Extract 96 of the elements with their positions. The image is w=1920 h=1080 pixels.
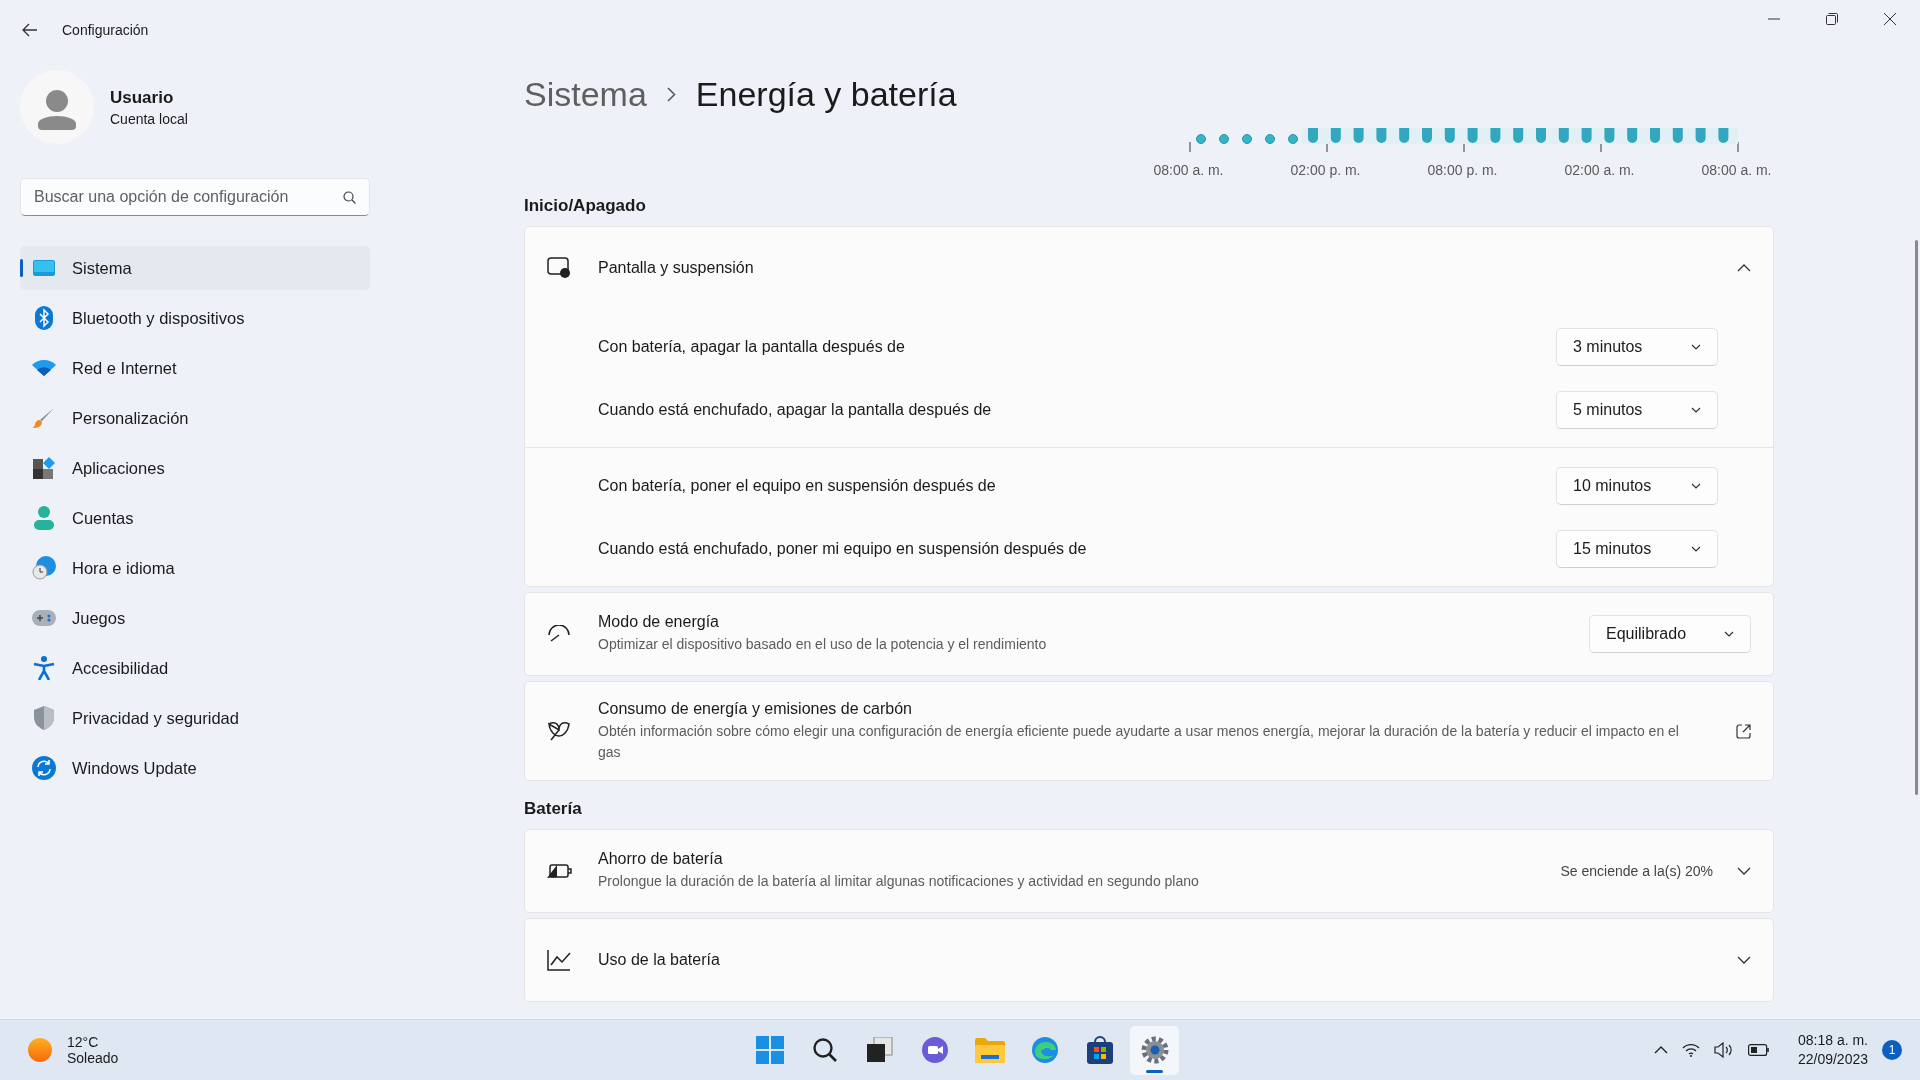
paintbrush-icon [32, 406, 56, 430]
sun-icon [27, 1037, 53, 1063]
sidebar-item[interactable]: Privacidad y seguridad [20, 696, 370, 740]
update-icon [32, 756, 56, 780]
setting-label: Con batería, apagar la pantalla después de [598, 337, 905, 356]
task-view-icon [865, 1037, 894, 1063]
chevron-down-icon[interactable] [1737, 956, 1751, 964]
time-axis-label: 08:00 a. m. [1700, 162, 1773, 178]
folder-icon [974, 1037, 1005, 1063]
section-heading: Inicio/Apagado [524, 196, 647, 216]
line-chart-icon [546, 949, 572, 971]
dropdown[interactable]: 15 minutos [1556, 529, 1718, 568]
monitor-icon [32, 259, 56, 277]
settings-card[interactable]: Uso de la batería [524, 918, 1774, 1002]
chevron-down-icon [1724, 631, 1734, 637]
chevron-down-icon [1691, 545, 1701, 552]
status-text: Se enciende a la(s) 20% [1560, 863, 1713, 879]
settings-card[interactable]: Modo de energía Optimizar el dispositivo basado en el uso de la potencia y el rendimiento Equilibrado [524, 592, 1774, 676]
dropdown[interactable]: 5 minutos [1556, 390, 1718, 429]
apps-icon [32, 457, 56, 479]
search-icon [811, 1037, 838, 1063]
time-axis-label: 02:00 p. m. [1289, 162, 1362, 178]
sidebar-item[interactable]: Accesibilidad [20, 646, 370, 690]
card-title: Ahorro de batería [598, 850, 724, 869]
sidebar-item[interactable]: Aplicaciones [20, 446, 370, 490]
chevron-down-icon [1691, 482, 1701, 489]
time-axis-label: 02:00 a. m. [1563, 162, 1636, 178]
restore-icon[interactable] [1826, 13, 1838, 25]
sidebar-item[interactable]: Sistema [20, 246, 370, 290]
chat-icon [920, 1036, 949, 1064]
monitor-moon-icon [546, 257, 572, 279]
page-title: Energía y batería [695, 74, 957, 114]
section-heading: Batería [524, 799, 583, 819]
settings-card[interactable]: Ahorro de batería Prolongue la duración de la batería al limitar algunas notificaciones y actividad en segundo plano Se enciende a la(s) 20% [524, 829, 1774, 913]
sidebar-item[interactable]: Red e Internet [20, 346, 370, 390]
card-title: Pantalla y suspensión [598, 259, 755, 277]
chevron-down-icon[interactable] [1737, 867, 1751, 875]
time-axis-label: 08:00 a. m. [1152, 162, 1225, 178]
user-name: Usuario [110, 87, 175, 108]
close-icon[interactable] [1884, 13, 1896, 25]
setting-label: Cuando está enchufado, apagar la pantalla después de [598, 400, 992, 419]
search-icon [343, 191, 356, 204]
browser-icon [1030, 1036, 1059, 1064]
wifi-icon[interactable] [1681, 1043, 1700, 1057]
sidebar-item[interactable]: Juegos [20, 596, 370, 640]
windows-logo-icon [755, 1036, 784, 1064]
card-title: Modo de energía [598, 613, 720, 632]
card-description: Obtén información sobre cómo elegir una configuración de energía eficiente puede ayudarte a usar menos energía, mejorar la duración de la batería y reducir el impacto en el gas [598, 722, 1680, 762]
globe-clock-icon [32, 556, 56, 580]
chevron-up-icon[interactable] [1653, 1046, 1668, 1054]
sidebar-item[interactable]: Windows Update [20, 746, 370, 790]
gauge-icon [546, 625, 572, 643]
taskbar-app[interactable] [1130, 1025, 1179, 1075]
external-link-icon[interactable] [1736, 723, 1751, 739]
speaker-icon[interactable] [1713, 1042, 1734, 1058]
gamepad-icon [32, 610, 56, 626]
setting-label: Cuando está enchufado, poner mi equipo en suspensión después de [598, 539, 1087, 558]
breadcrumb-parent[interactable]: Sistema [524, 74, 647, 114]
card-description: Optimizar el dispositivo basado en el uso de la potencia y el rendimiento [598, 635, 1048, 655]
store-bag-icon [1086, 1036, 1113, 1064]
person-icon [32, 506, 56, 530]
dropdown[interactable]: 3 minutos [1556, 327, 1718, 366]
sidebar-item[interactable]: Bluetooth y dispositivos [20, 296, 370, 340]
clock-time[interactable]: 08:18 a. m. [1797, 1031, 1868, 1050]
dropdown[interactable]: 10 minutos [1556, 466, 1718, 505]
window-title: Configuración [62, 22, 149, 38]
scrollbar[interactable] [1915, 240, 1918, 795]
accessibility-icon [32, 656, 56, 680]
setting-label: Con batería, poner el equipo en suspensión después de [598, 476, 996, 495]
chevron-right-icon [666, 86, 676, 102]
sidebar-item[interactable]: Personalización [20, 396, 370, 440]
sidebar-item[interactable]: Cuentas [20, 496, 370, 540]
time-axis-label: 08:00 p. m. [1426, 162, 1499, 178]
account-type: Cuenta local [110, 110, 188, 127]
dropdown[interactable]: Equilibrado [1589, 615, 1751, 653]
battery-saver-icon [546, 862, 572, 880]
leaf-icon [546, 720, 572, 742]
card-title: Uso de la batería [598, 951, 721, 969]
card-description: Prolongue la duración de la batería al limitar algunas notificaciones y actividad en segundo plano [598, 872, 1200, 892]
gear-icon [1140, 1036, 1169, 1064]
chevron-down-icon [1691, 406, 1701, 413]
wifi-icon [32, 360, 56, 376]
chevron-up-icon[interactable] [1737, 264, 1751, 272]
settings-card[interactable] [524, 681, 1774, 781]
shield-icon [32, 706, 56, 730]
battery-icon[interactable] [1747, 1044, 1770, 1056]
card-title: Consumo de energía y emisiones de carbón [598, 700, 913, 719]
notification-badge[interactable]: 1 [1882, 1040, 1902, 1060]
sidebar-item[interactable]: Hora e idioma [20, 546, 370, 590]
search-field[interactable]: Buscar una opción de configuración [20, 178, 370, 216]
clock-date[interactable]: 22/09/2023 [1797, 1050, 1868, 1069]
chevron-down-icon [1691, 343, 1701, 350]
back-arrow-icon[interactable] [22, 23, 38, 37]
temperature: 12°C [67, 1034, 100, 1050]
bluetooth-icon [32, 306, 56, 330]
weather-condition: Soleado [67, 1050, 119, 1066]
